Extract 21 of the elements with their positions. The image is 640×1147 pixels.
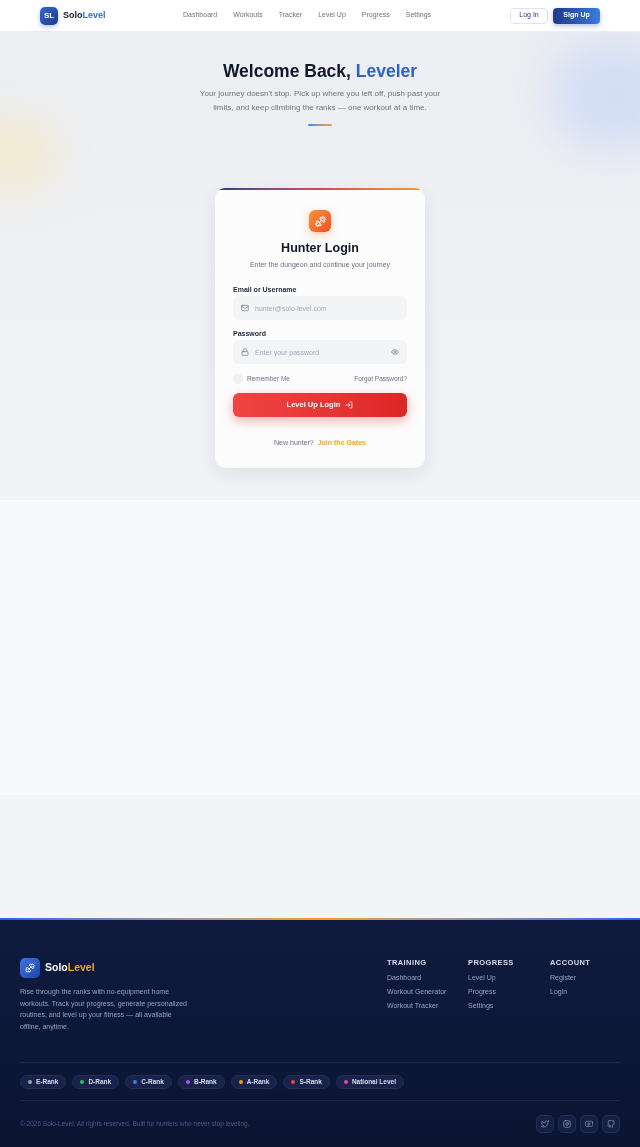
login-icon bbox=[345, 401, 354, 409]
social-link[interactable] bbox=[558, 1115, 576, 1133]
bird-icon bbox=[541, 1120, 549, 1128]
social-link[interactable] bbox=[580, 1115, 598, 1133]
cat-icon bbox=[607, 1120, 615, 1128]
play-icon bbox=[585, 1120, 593, 1128]
brand-name[interactable]: SoloLevel bbox=[63, 8, 106, 23]
lock-icon bbox=[241, 348, 249, 356]
logo-badge[interactable]: SL bbox=[40, 6, 58, 25]
title-divider bbox=[308, 124, 332, 126]
social-link[interactable] bbox=[536, 1115, 554, 1133]
hero-title: Welcome Back, Leveler bbox=[222, 61, 418, 82]
camera-icon bbox=[563, 1120, 571, 1128]
dumbbell-icon bbox=[20, 958, 40, 978]
social-link[interactable] bbox=[602, 1115, 620, 1133]
dumbbell-icon bbox=[309, 210, 331, 232]
hero-subtitle: Your journey doesn't stop. Pick up where you left off, push past your limits, and keep climbing the ranks — one workout at a time. bbox=[198, 88, 442, 114]
card-title: Hunter Login bbox=[280, 240, 360, 256]
mail-icon bbox=[241, 304, 249, 312]
eye-icon[interactable] bbox=[391, 348, 399, 356]
brand-name: SoloLevel bbox=[45, 960, 95, 976]
